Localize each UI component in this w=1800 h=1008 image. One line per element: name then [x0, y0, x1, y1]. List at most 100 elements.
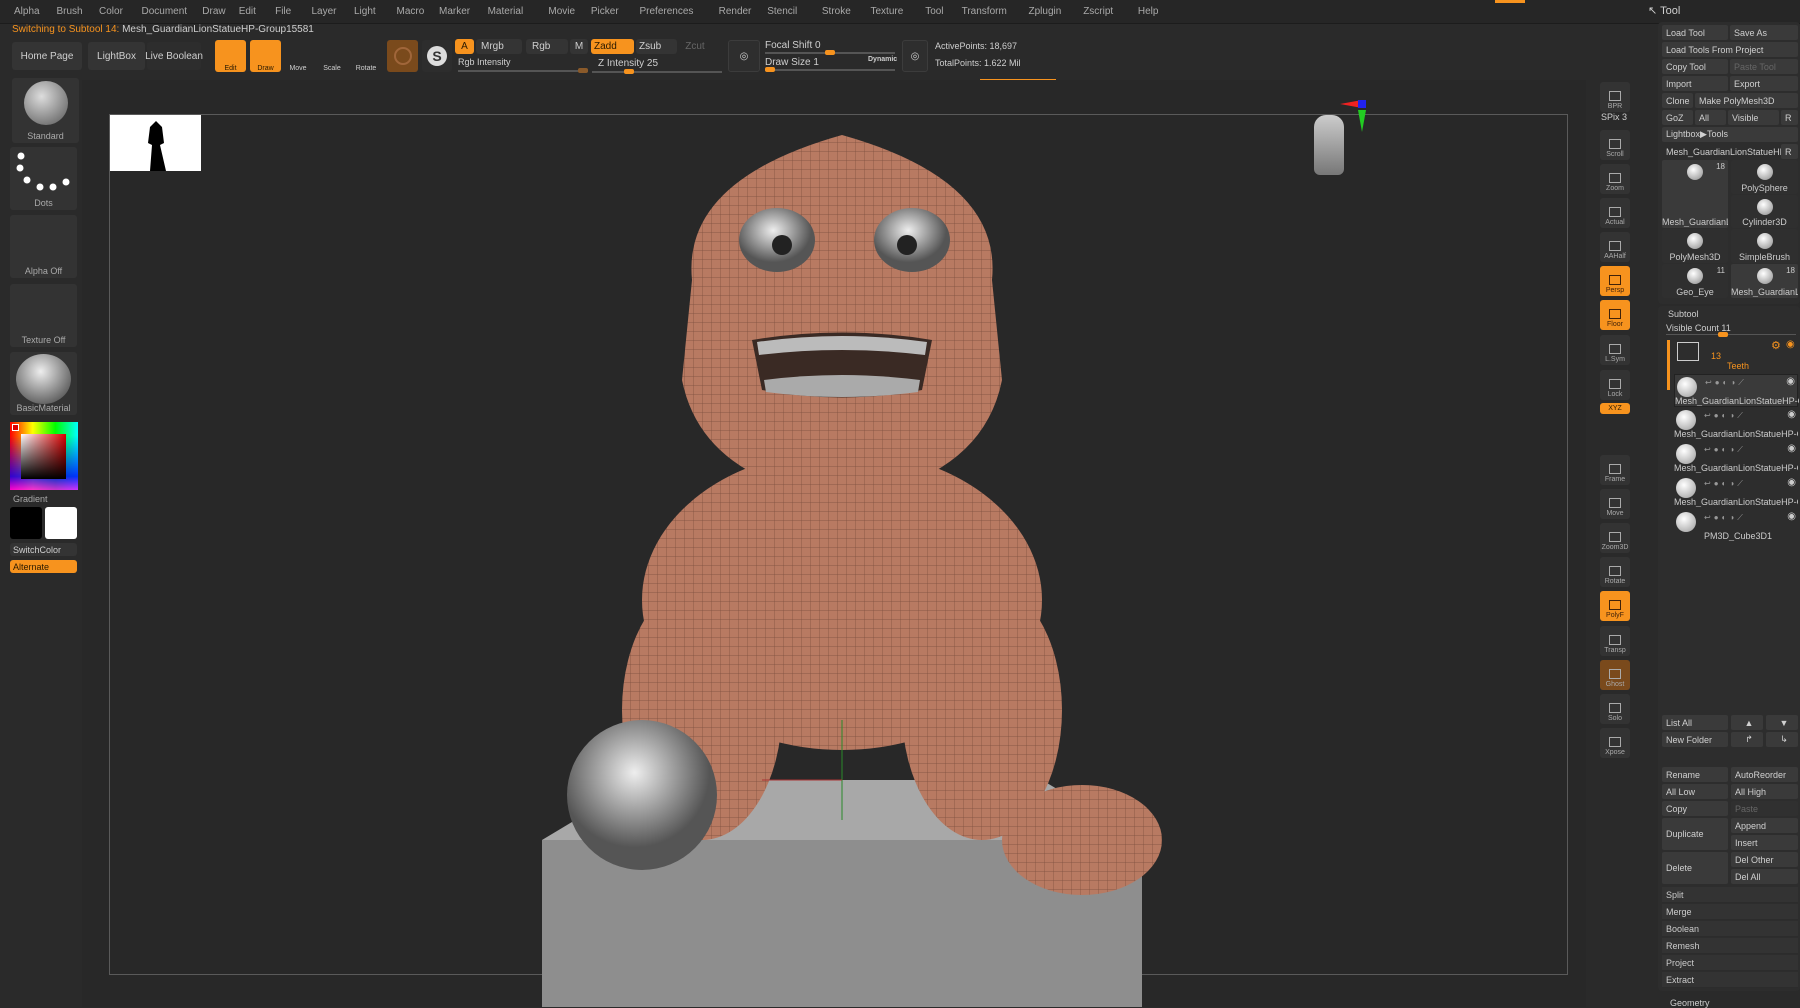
- menu-transform[interactable]: Transform: [962, 6, 1007, 17]
- right-tool-bpr-button[interactable]: BPR: [1600, 82, 1630, 112]
- z-intensity-slider[interactable]: [592, 69, 722, 74]
- del-other-button[interactable]: Del Other: [1731, 852, 1798, 867]
- current-tool-slider[interactable]: Mesh_GuardianLionStatueHP: [1662, 144, 1781, 159]
- move-folder-out-icon[interactable]: ↳: [1766, 732, 1798, 747]
- copy-tool-button[interactable]: Copy Tool: [1662, 59, 1728, 74]
- right-tool-actual-button[interactable]: Actual: [1600, 198, 1630, 228]
- subtool-toggles-icon[interactable]: ↩●◐◑⟋: [1705, 378, 1747, 388]
- subtool-item[interactable]: ↩●◐◑⟋ ◉ Mesh_GuardianLionStatueHP-G: [1674, 374, 1799, 407]
- alternate-button[interactable]: Alternate: [10, 560, 77, 573]
- menu-brush[interactable]: Brush: [57, 6, 83, 17]
- color-square[interactable]: [21, 434, 66, 479]
- viewport[interactable]: [82, 80, 1586, 1007]
- right-tool-move-button[interactable]: Move: [1600, 489, 1630, 519]
- sculptris-button[interactable]: S: [422, 40, 452, 72]
- subtool-visibility-icon[interactable]: ◉: [1787, 511, 1796, 522]
- xyz-symmetry-button[interactable]: XYZ: [1600, 403, 1630, 414]
- right-tool-aahalf-button[interactable]: AAHalf: [1600, 232, 1630, 262]
- menu-light[interactable]: Light: [354, 6, 376, 17]
- right-tool-frame-button[interactable]: Frame: [1600, 455, 1630, 485]
- focal-shift-slider[interactable]: [765, 50, 895, 55]
- move-folder-in-icon[interactable]: ↱: [1731, 732, 1763, 747]
- right-tool-lock-button[interactable]: Lock: [1600, 370, 1630, 400]
- autoreorder-button[interactable]: AutoReorder: [1731, 767, 1798, 782]
- lightbox-tools-button[interactable]: Lightbox▶Tools: [1662, 127, 1798, 142]
- focal-draw-icon[interactable]: ◎: [728, 40, 760, 72]
- new-folder-button[interactable]: New Folder: [1662, 732, 1728, 747]
- save-as-button[interactable]: Save As: [1730, 25, 1798, 40]
- subtool-remesh-button[interactable]: Remesh: [1662, 938, 1798, 954]
- rgb-intensity-slider[interactable]: [458, 68, 588, 73]
- current-tool-r-button[interactable]: R: [1781, 144, 1798, 159]
- subtool-visibility-icon[interactable]: ◉: [1786, 376, 1795, 387]
- list-all-button[interactable]: List All: [1662, 715, 1728, 730]
- tool-thumb[interactable]: Geo_Eye 11: [1662, 264, 1728, 298]
- menu-file[interactable]: File: [275, 6, 291, 17]
- make-polymesh3d-button[interactable]: Make PolyMesh3D: [1695, 93, 1798, 108]
- goz-button[interactable]: GoZ: [1662, 110, 1693, 125]
- delete-button[interactable]: Delete: [1662, 852, 1728, 884]
- zadd-button[interactable]: Zadd: [591, 39, 634, 54]
- tool-thumb[interactable]: PolyMesh3D: [1662, 229, 1728, 263]
- draw-button[interactable]: Draw: [250, 40, 281, 72]
- dynamic-toggle[interactable]: Dynamic: [868, 56, 897, 63]
- paste-button[interactable]: Paste: [1731, 801, 1798, 816]
- right-tool-solo-button[interactable]: Solo: [1600, 694, 1630, 724]
- right-tool-zoom3d-button[interactable]: Zoom3D: [1600, 523, 1630, 553]
- folder-settings-icon[interactable]: ⚙: [1771, 339, 1781, 352]
- right-tool-rotate-button[interactable]: Rotate: [1600, 557, 1630, 587]
- folder-name[interactable]: Teeth: [1727, 361, 1749, 371]
- tool-thumb[interactable]: Mesh_GuardianL 18: [1731, 264, 1798, 298]
- move-down-icon[interactable]: ▼: [1766, 715, 1798, 730]
- right-tool-xpose-button[interactable]: Xpose: [1600, 728, 1630, 758]
- dynamic-draw-icon[interactable]: ◎: [902, 40, 928, 72]
- tool-thumb[interactable]: PolySphere: [1731, 160, 1798, 194]
- lightbox-button[interactable]: LightBox: [88, 42, 145, 70]
- home-page-button[interactable]: Home Page: [12, 42, 82, 70]
- rename-button[interactable]: Rename: [1662, 767, 1728, 782]
- import-button[interactable]: Import: [1662, 76, 1728, 91]
- menu-render[interactable]: Render: [719, 6, 752, 17]
- right-tool-scroll-button[interactable]: Scroll: [1600, 130, 1630, 160]
- subtool-visibility-icon[interactable]: ◉: [1787, 409, 1796, 420]
- right-tool-floor-button[interactable]: Floor: [1600, 300, 1630, 330]
- subtool-toggles-icon[interactable]: ↩●◐◑⟋: [1704, 513, 1746, 523]
- tool-thumb[interactable]: Mesh_GuardianL 18: [1662, 160, 1728, 228]
- duplicate-button[interactable]: Duplicate: [1662, 818, 1728, 850]
- menu-document[interactable]: Document: [142, 6, 188, 17]
- tool-thumb[interactable]: SimpleBrush: [1731, 229, 1798, 263]
- menu-material[interactable]: Material: [488, 6, 524, 17]
- subtool-toggles-icon[interactable]: ↩●◐◑⟋: [1704, 479, 1746, 489]
- gradient-toggle[interactable]: Gradient: [13, 494, 48, 504]
- main-color-swatch[interactable]: [10, 507, 42, 539]
- edit-button[interactable]: Edit: [215, 40, 246, 72]
- folder-icon[interactable]: [1677, 342, 1699, 361]
- zsub-button[interactable]: Zsub: [636, 39, 677, 54]
- paste-tool-button[interactable]: Paste Tool: [1730, 59, 1798, 74]
- rotate-button[interactable]: Rotate: [352, 40, 380, 72]
- draw-size-slider[interactable]: [765, 67, 895, 72]
- move-button[interactable]: Move: [284, 40, 312, 72]
- export-button[interactable]: Export: [1730, 76, 1798, 91]
- texture-selector[interactable]: Texture Off: [10, 284, 77, 347]
- subtool-boolean-button[interactable]: Boolean: [1662, 921, 1798, 937]
- right-tool-persp-button[interactable]: Persp: [1600, 266, 1630, 296]
- menu-texture[interactable]: Texture: [871, 6, 904, 17]
- tool-thumb[interactable]: Cylinder3D: [1731, 195, 1798, 228]
- menu-color[interactable]: Color: [99, 6, 123, 17]
- right-tool-transp-button[interactable]: Transp: [1600, 626, 1630, 656]
- menu-marker[interactable]: Marker: [439, 6, 470, 17]
- right-tool-polyf-button[interactable]: PolyF: [1600, 591, 1630, 621]
- secondary-color-swatch[interactable]: [45, 507, 77, 539]
- alpha-selector[interactable]: Alpha Off: [10, 215, 77, 278]
- a-button[interactable]: A: [455, 39, 474, 54]
- axis-gizmo-icon[interactable]: [1332, 98, 1372, 138]
- material-sphere-button[interactable]: [387, 40, 418, 72]
- insert-button[interactable]: Insert: [1731, 835, 1798, 850]
- del-all-button[interactable]: Del All: [1731, 869, 1798, 884]
- menu-layer[interactable]: Layer: [312, 6, 337, 17]
- append-button[interactable]: Append: [1731, 818, 1798, 833]
- right-tool-ghost-button[interactable]: Ghost: [1600, 660, 1630, 690]
- right-tool-zoom-button[interactable]: Zoom: [1600, 164, 1630, 194]
- goz-all-button[interactable]: All: [1695, 110, 1726, 125]
